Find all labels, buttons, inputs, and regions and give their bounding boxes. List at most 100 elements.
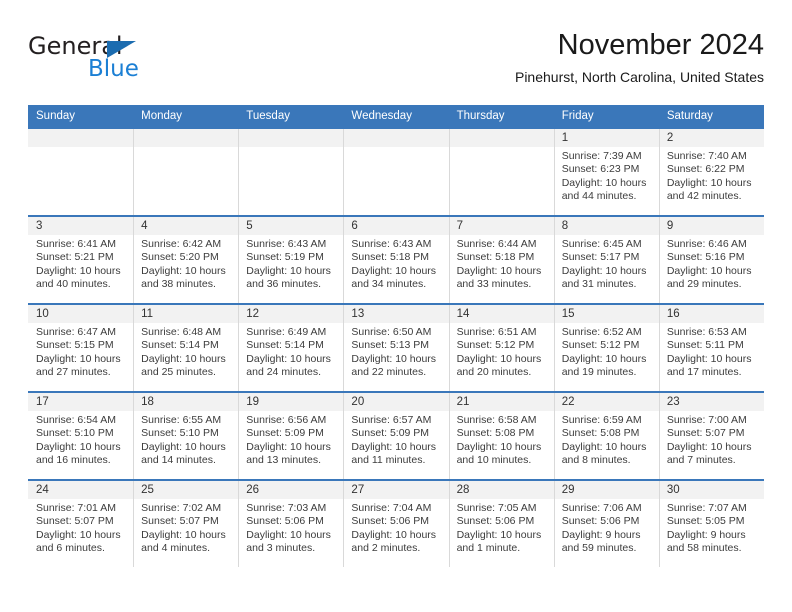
calendar-week-row: 3 Sunrise: 6:41 AM Sunset: 5:21 PM Daylight… bbox=[28, 215, 764, 304]
calendar-day-cell[interactable]: 10 Sunrise: 6:47 AM Sunset: 5:15 PM Dayligh… bbox=[28, 303, 134, 392]
calendar-cell-inner: 6 Sunrise: 6:43 AM Sunset: 5:18 PM Daylight… bbox=[343, 217, 449, 303]
day-details: Sunrise: 7:02 AM Sunset: 5:07 PM Daylight:… bbox=[133, 499, 238, 556]
day-number: 18 bbox=[133, 393, 239, 411]
daylight-duration-line1: Daylight: 10 hours bbox=[456, 264, 542, 277]
calendar-day-cell[interactable]: 5 Sunrise: 6:43 AM Sunset: 5:19 PM Daylight… bbox=[238, 215, 344, 304]
daylight-duration-line2: and 44 minutes. bbox=[561, 190, 637, 203]
sunrise-time: Sunrise: 6:59 AM bbox=[561, 414, 642, 426]
calendar-cell-inner: 18 Sunrise: 6:55 AM Sunset: 5:10 PM Dayligh… bbox=[133, 393, 239, 479]
calendar-day-cell[interactable]: 18 Sunrise: 6:55 AM Sunset: 5:10 PM Dayligh… bbox=[133, 391, 239, 480]
day-details: Sunrise: 6:43 AM Sunset: 5:18 PM Daylight:… bbox=[343, 235, 448, 292]
day-number: 25 bbox=[133, 481, 239, 499]
calendar-day-cell[interactable]: 6 Sunrise: 6:43 AM Sunset: 5:18 PM Daylight… bbox=[343, 215, 449, 304]
calendar-cell-inner: 24 Sunrise: 7:01 AM Sunset: 5:07 PM Dayligh… bbox=[28, 481, 134, 567]
calendar-day-cell[interactable]: 25 Sunrise: 7:02 AM Sunset: 5:07 PM Dayligh… bbox=[133, 479, 239, 567]
calendar-day-cell[interactable]: 23 Sunrise: 7:00 AM Sunset: 5:07 PM Dayligh… bbox=[658, 391, 764, 480]
calendar-cell-inner: 13 Sunrise: 6:50 AM Sunset: 5:13 PM Dayligh… bbox=[343, 305, 449, 391]
calendar-day-cell[interactable]: 27 Sunrise: 7:04 AM Sunset: 5:06 PM Dayligh… bbox=[343, 479, 449, 567]
day-details: Sunrise: 6:41 AM Sunset: 5:21 PM Daylight:… bbox=[28, 235, 133, 292]
calendar-day-cell[interactable]: 12 Sunrise: 6:49 AM Sunset: 5:14 PM Dayligh… bbox=[238, 303, 344, 392]
sunrise-time: Sunrise: 6:42 AM bbox=[141, 238, 222, 250]
sunrise-time: Sunrise: 6:58 AM bbox=[456, 414, 537, 426]
general-blue-logo[interactable]: General Blue bbox=[28, 32, 248, 88]
daylight-duration-line2: and 20 minutes. bbox=[456, 366, 532, 379]
cell-divider bbox=[658, 481, 660, 567]
daylight-duration-line2: and 6 minutes. bbox=[36, 542, 105, 555]
sunset-time: Sunset: 5:10 PM bbox=[141, 427, 219, 440]
calendar-cell-inner bbox=[343, 129, 449, 215]
calendar-cell-inner: 9 Sunrise: 6:46 AM Sunset: 5:16 PM Daylight… bbox=[658, 217, 764, 303]
title-block: November 2024 Pinehurst, North Carolina,… bbox=[515, 28, 764, 85]
cell-divider bbox=[238, 217, 240, 303]
daylight-duration-line1: Daylight: 10 hours bbox=[666, 440, 752, 453]
daylight-duration-line2: and 11 minutes. bbox=[351, 454, 426, 467]
calendar-week-row: 17 Sunrise: 6:54 AM Sunset: 5:10 PM Dayligh… bbox=[28, 391, 764, 480]
calendar-day-cell[interactable]: 21 Sunrise: 6:58 AM Sunset: 5:08 PM Dayligh… bbox=[448, 391, 554, 480]
calendar-table: Sunday Monday Tuesday Wednesday Thursday… bbox=[28, 105, 764, 567]
daylight-duration-line2: and 19 minutes. bbox=[561, 366, 637, 379]
calendar-day-cell[interactable]: 11 Sunrise: 6:48 AM Sunset: 5:14 PM Dayligh… bbox=[133, 303, 239, 392]
calendar-day-cell[interactable]: 14 Sunrise: 6:51 AM Sunset: 5:12 PM Dayligh… bbox=[448, 303, 554, 392]
calendar-day-cell[interactable]: 7 Sunrise: 6:44 AM Sunset: 5:18 PM Daylight… bbox=[448, 215, 554, 304]
calendar-day-cell[interactable]: 1 Sunrise: 7:39 AM Sunset: 6:23 PM Daylight… bbox=[553, 127, 659, 216]
calendar-day-cell[interactable]: 22 Sunrise: 6:59 AM Sunset: 5:08 PM Dayligh… bbox=[553, 391, 659, 480]
day-number: 11 bbox=[133, 305, 239, 323]
sunset-time: Sunset: 5:18 PM bbox=[456, 251, 535, 264]
calendar-day-cell[interactable]: 15 Sunrise: 6:52 AM Sunset: 5:12 PM Dayligh… bbox=[553, 303, 659, 392]
sunrise-time: Sunrise: 7:06 AM bbox=[561, 502, 642, 514]
calendar-day-cell[interactable]: 17 Sunrise: 6:54 AM Sunset: 5:10 PM Dayligh… bbox=[28, 391, 134, 480]
calendar-day-cell[interactable]: 26 Sunrise: 7:03 AM Sunset: 5:06 PM Dayligh… bbox=[238, 479, 344, 567]
sunset-time: Sunset: 5:16 PM bbox=[666, 251, 745, 264]
calendar-day-cell[interactable]: 13 Sunrise: 6:50 AM Sunset: 5:13 PM Dayligh… bbox=[343, 303, 449, 392]
day-details: Sunrise: 7:04 AM Sunset: 5:06 PM Daylight:… bbox=[343, 499, 448, 556]
day-details: Sunrise: 6:57 AM Sunset: 5:09 PM Daylight:… bbox=[343, 411, 448, 468]
cell-divider bbox=[343, 217, 345, 303]
calendar-day-cell[interactable]: 4 Sunrise: 6:42 AM Sunset: 5:20 PM Daylight… bbox=[133, 215, 239, 304]
cell-divider bbox=[553, 217, 555, 303]
day-number: 26 bbox=[238, 481, 344, 499]
daylight-duration-line2: and 10 minutes. bbox=[456, 454, 532, 467]
daylight-duration-line1: Daylight: 10 hours bbox=[666, 264, 752, 277]
cell-divider bbox=[553, 129, 555, 215]
daylight-duration-line2: and 3 minutes. bbox=[246, 542, 316, 555]
sunrise-time: Sunrise: 6:48 AM bbox=[141, 326, 222, 338]
calendar-day-cell[interactable]: 16 Sunrise: 6:53 AM Sunset: 5:11 PM Dayligh… bbox=[658, 303, 764, 392]
calendar-cell-inner bbox=[448, 129, 554, 215]
daylight-duration-line1: Daylight: 10 hours bbox=[36, 440, 121, 453]
sunrise-time: Sunrise: 6:41 AM bbox=[36, 238, 116, 250]
day-details: Sunrise: 6:54 AM Sunset: 5:10 PM Daylight:… bbox=[28, 411, 133, 468]
calendar-day-cell[interactable]: 3 Sunrise: 6:41 AM Sunset: 5:21 PM Daylight… bbox=[28, 215, 134, 304]
sunrise-time: Sunrise: 7:02 AM bbox=[141, 502, 222, 514]
day-number: 29 bbox=[553, 481, 659, 499]
calendar-day-cell[interactable]: 24 Sunrise: 7:01 AM Sunset: 5:07 PM Dayligh… bbox=[28, 479, 134, 567]
calendar-day-cell[interactable]: 29 Sunrise: 7:06 AM Sunset: 5:06 PM Dayligh… bbox=[553, 479, 659, 567]
day-details: Sunrise: 7:01 AM Sunset: 5:07 PM Daylight:… bbox=[28, 499, 133, 556]
calendar-day-cell[interactable]: 20 Sunrise: 6:57 AM Sunset: 5:09 PM Dayligh… bbox=[343, 391, 449, 480]
logo-text-blue: Blue bbox=[88, 56, 139, 82]
sunrise-time: Sunrise: 7:03 AM bbox=[246, 502, 327, 514]
calendar-day-cell[interactable]: 2 Sunrise: 7:40 AM Sunset: 6:22 PM Daylight… bbox=[658, 127, 764, 216]
daylight-duration-line1: Daylight: 10 hours bbox=[141, 440, 226, 453]
daylight-duration-line1: Daylight: 10 hours bbox=[351, 264, 437, 277]
daylight-duration-line1: Daylight: 10 hours bbox=[561, 352, 647, 365]
calendar-day-cell[interactable]: 8 Sunrise: 6:45 AM Sunset: 5:17 PM Daylight… bbox=[553, 215, 659, 304]
calendar-cell-inner: 14 Sunrise: 6:51 AM Sunset: 5:12 PM Dayligh… bbox=[448, 305, 554, 391]
day-number: 19 bbox=[238, 393, 344, 411]
sunrise-time: Sunrise: 7:01 AM bbox=[36, 502, 116, 514]
cell-divider bbox=[658, 305, 660, 391]
cell-divider bbox=[133, 129, 135, 215]
daylight-duration-line2: and 24 minutes. bbox=[246, 366, 321, 379]
day-number: 2 bbox=[658, 129, 764, 147]
calendar-cell-inner: 21 Sunrise: 6:58 AM Sunset: 5:08 PM Dayligh… bbox=[448, 393, 554, 479]
day-details: Sunrise: 6:58 AM Sunset: 5:08 PM Daylight:… bbox=[449, 411, 554, 468]
calendar-day-cell[interactable]: 19 Sunrise: 6:56 AM Sunset: 5:09 PM Dayligh… bbox=[238, 391, 344, 480]
sunset-time: Sunset: 5:09 PM bbox=[246, 427, 324, 440]
calendar-cell-inner bbox=[133, 129, 239, 215]
calendar-day-cell[interactable]: 30 Sunrise: 7:07 AM Sunset: 5:05 PM Dayligh… bbox=[658, 479, 764, 567]
calendar-cell-inner: 28 Sunrise: 7:05 AM Sunset: 5:06 PM Dayligh… bbox=[448, 481, 554, 567]
calendar-cell-inner: 27 Sunrise: 7:04 AM Sunset: 5:06 PM Dayligh… bbox=[343, 481, 449, 567]
day-number: 21 bbox=[448, 393, 554, 411]
day-number: 1 bbox=[553, 129, 659, 147]
calendar-day-cell[interactable]: 28 Sunrise: 7:05 AM Sunset: 5:06 PM Dayligh… bbox=[448, 479, 554, 567]
calendar-day-cell[interactable]: 9 Sunrise: 6:46 AM Sunset: 5:16 PM Daylight… bbox=[658, 215, 764, 304]
